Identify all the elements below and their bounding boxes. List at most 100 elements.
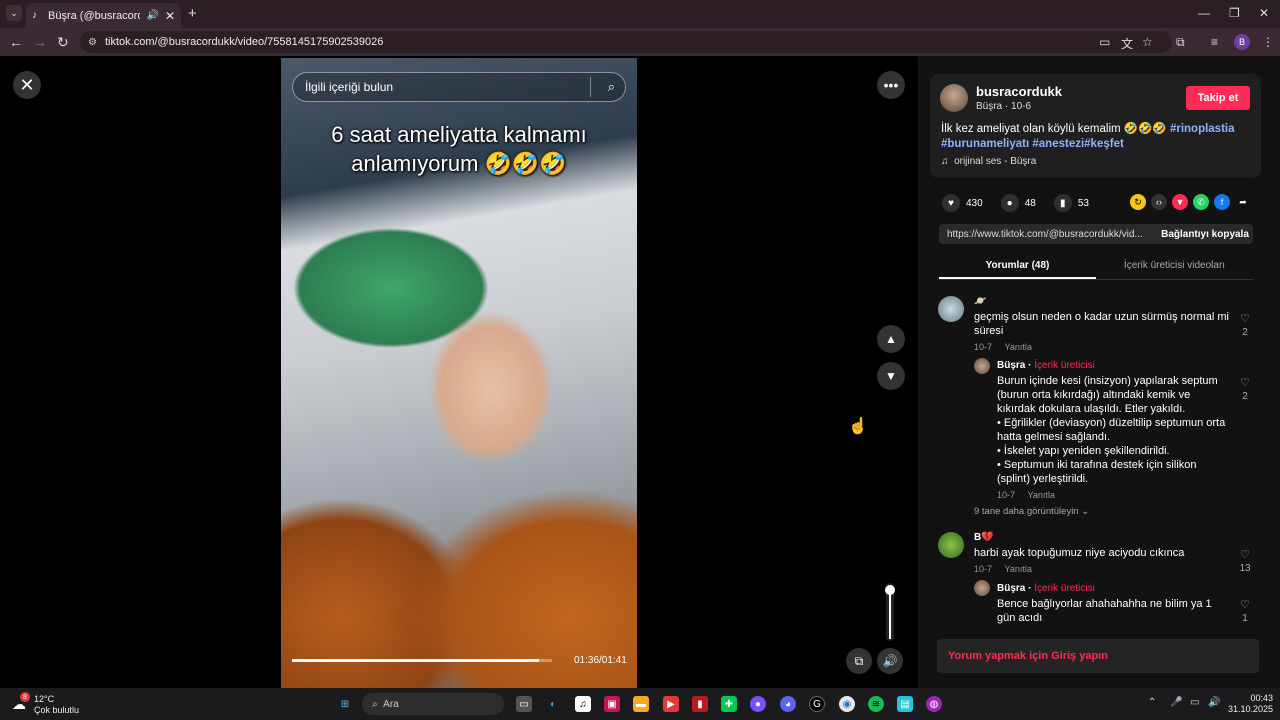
tab-close-icon[interactable]: ✕ — [165, 9, 175, 23]
reload-icon[interactable]: ↻ — [57, 34, 69, 51]
edge-icon[interactable]: ◐ — [545, 696, 561, 712]
heart-icon[interactable]: ♡ — [1240, 313, 1250, 325]
author-username[interactable]: busracordukk — [976, 84, 1062, 99]
chevron-down-icon[interactable]: ▼ — [877, 362, 905, 390]
chat-icon[interactable]: ● — [750, 696, 766, 712]
close-icon[interactable]: ✕ — [13, 71, 41, 99]
clock-time: 00:43 — [1250, 693, 1274, 703]
chrome-icon[interactable]: ◉ — [839, 696, 855, 712]
messenger-icon[interactable]: ◍ — [926, 696, 942, 712]
cast-icon[interactable]: ▭ — [1099, 35, 1110, 49]
media-icon[interactable]: ≡ — [1211, 35, 1218, 49]
embed-icon[interactable]: ‹› — [1151, 194, 1167, 210]
minimize-icon[interactable]: — — [1198, 6, 1210, 20]
windows-start-icon[interactable]: ⊞ — [337, 696, 353, 712]
reply-button[interactable]: Yanıtla — [1005, 342, 1032, 352]
taskbar: ☁ 8 12°C Çok bulutlu ⊞ ⌕ Ara ▭ ◐ ♫ ▣ ▬ ▶ … — [0, 688, 1280, 720]
forward-icon[interactable]: → — [33, 34, 47, 50]
sound-link[interactable]: ♫ orijinal ses - Büşra — [941, 156, 1036, 167]
extensions-icon[interactable]: ⧉ — [1176, 35, 1185, 50]
heart-icon[interactable]: ♥ — [942, 194, 960, 212]
comment-author[interactable]: B💔 — [974, 532, 994, 543]
app-icon[interactable]: ▣ — [604, 696, 620, 712]
avatar[interactable] — [974, 358, 990, 374]
heart-icon[interactable]: ♡ — [1240, 377, 1250, 389]
heart-icon[interactable]: ♡ — [1240, 599, 1250, 611]
copy-link-button[interactable]: Bağlantıyı kopyala — [1157, 229, 1253, 240]
search-icon[interactable]: ⌕ — [608, 79, 615, 95]
facebook-icon[interactable]: f — [1214, 194, 1230, 210]
share-arrow-icon[interactable]: ➦ — [1235, 194, 1251, 210]
comment-like-count: 1 — [1242, 613, 1248, 624]
like-count: 430 — [966, 197, 983, 209]
translate-icon[interactable]: 文 — [1121, 35, 1133, 52]
tab-creator-videos[interactable]: İçerik üreticisi videoları — [1096, 254, 1253, 279]
tab-title: Büşra (@busracordukk) | Ti — [48, 9, 140, 22]
pip-icon[interactable]: ⧉ — [846, 648, 872, 674]
youtube-icon[interactable]: ▶ — [663, 696, 679, 712]
mic-icon[interactable]: 🎤 — [1170, 697, 1182, 708]
related-search-input[interactable]: İlgili içeriği bulun ⌕ — [292, 72, 626, 102]
send-icon[interactable]: ▼ — [1172, 194, 1188, 210]
network-icon[interactable]: ▭ — [1190, 697, 1199, 708]
comment-author[interactable]: Büşra · İçerik üreticisi — [997, 360, 1095, 371]
volume-knob[interactable] — [885, 585, 895, 595]
comment-date: 10-7 — [974, 564, 993, 574]
app-g-icon[interactable]: G — [809, 696, 825, 712]
whatsapp-icon[interactable]: ✆ — [1193, 194, 1209, 210]
avatar[interactable] — [940, 84, 968, 112]
video-link[interactable]: https://www.tiktok.com/@busracordukk/vid… — [939, 229, 1157, 240]
profile-avatar[interactable]: B — [1234, 34, 1250, 50]
new-tab-icon[interactable]: + — [188, 5, 197, 22]
progress-bar[interactable] — [292, 659, 552, 662]
task-view-icon[interactable]: ▭ — [516, 696, 532, 712]
game-icon[interactable]: ✚ — [721, 696, 737, 712]
browser-tab[interactable]: ♪ Büşra (@busracordukk) | Ti 🔊 ✕ — [26, 3, 181, 28]
weather-widget[interactable]: 12°C Çok bulutlu — [34, 694, 79, 716]
window-close-icon[interactable]: ✕ — [1259, 6, 1269, 20]
video-player[interactable]: İlgili içeriği bulun ⌕ 6 saat ameliyatta… — [281, 58, 637, 688]
url-field[interactable]: ⚙ tiktok.com/@busracordukk/video/7558145… — [80, 31, 1172, 53]
app-teal-icon[interactable]: ▤ — [897, 696, 913, 712]
reply-button[interactable]: Yanıtla — [1005, 564, 1032, 574]
speaker-icon[interactable]: 🔊 — [1208, 697, 1220, 708]
login-to-comment[interactable]: Yorum yapmak için Giriş yapın — [937, 639, 1259, 673]
comment-like[interactable]: ♡ 2 — [1237, 376, 1253, 402]
follow-button[interactable]: Takip et — [1186, 86, 1250, 110]
video-description: İlk kez ameliyat olan köylü kemalim 🤣🤣🤣 … — [941, 122, 1251, 152]
tab-search-chevron-icon[interactable]: ⌄ — [6, 5, 22, 21]
clock[interactable]: 00:43 31.10.2025 — [1228, 693, 1273, 715]
spotify-icon[interactable]: ≋ — [868, 696, 884, 712]
app-red-icon[interactable]: ▮ — [692, 696, 708, 712]
volume-slider[interactable] — [885, 583, 895, 641]
comment-author[interactable]: 🪐 — [974, 296, 986, 307]
avatar[interactable] — [938, 532, 964, 558]
avatar[interactable] — [938, 296, 964, 322]
discord-icon[interactable]: ◕ — [780, 696, 796, 712]
bookmark-icon[interactable]: ▮ — [1053, 194, 1072, 212]
volume-icon[interactable]: 🔊 — [877, 648, 903, 674]
more-icon[interactable]: ••• — [877, 71, 905, 99]
menu-icon[interactable]: ⋮ — [1262, 35, 1274, 49]
restore-icon[interactable]: ❐ — [1229, 6, 1240, 20]
chevron-up-icon[interactable]: ▲ — [877, 325, 905, 353]
more-replies-button[interactable]: 9 tane daha görüntüleyin ⌄ — [974, 506, 1089, 517]
folder-icon[interactable]: ▬ — [633, 696, 649, 712]
bookmark-star-icon[interactable]: ☆ — [1142, 35, 1153, 49]
speaker-icon[interactable]: 🔊 — [146, 10, 158, 21]
tab-comments[interactable]: Yorumlar (48) — [939, 254, 1096, 279]
comment-author[interactable]: Büşra · İçerik üreticisi — [997, 583, 1095, 594]
repost-icon[interactable]: ↻ — [1130, 194, 1146, 210]
comment-icon[interactable]: ● — [1000, 194, 1019, 212]
chevron-up-icon[interactable]: ⌃ — [1148, 697, 1156, 708]
comment-like[interactable]: ♡ 13 — [1237, 548, 1253, 574]
back-icon[interactable]: ← — [9, 34, 23, 50]
comment-like[interactable]: ♡ 1 — [1237, 598, 1253, 624]
reply-button[interactable]: Yanıtla — [1028, 490, 1055, 500]
heart-icon[interactable]: ♡ — [1240, 549, 1250, 561]
taskbar-search[interactable]: ⌕ Ara — [362, 693, 504, 715]
music-icon[interactable]: ♫ — [575, 696, 591, 712]
comment-like[interactable]: ♡ 2 — [1237, 312, 1253, 338]
site-settings-icon[interactable]: ⚙ — [88, 37, 97, 48]
avatar[interactable] — [974, 580, 990, 596]
